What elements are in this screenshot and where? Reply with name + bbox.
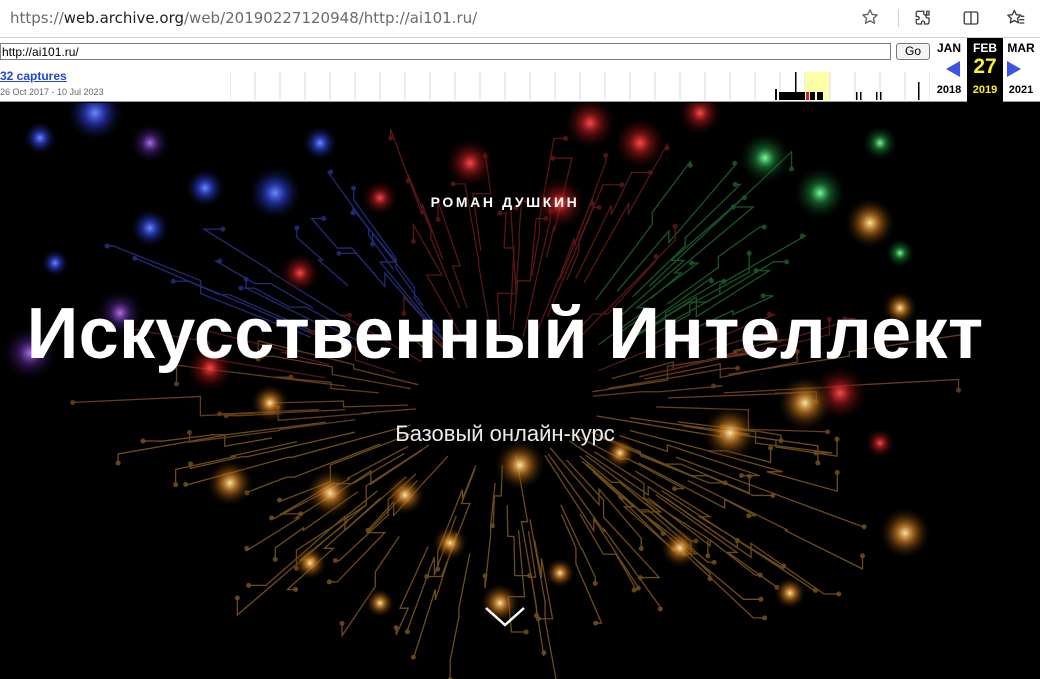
wayback-url-input[interactable] bbox=[0, 43, 891, 60]
hero-subtitle: Базовый онлайн-курс bbox=[395, 421, 615, 446]
favorites-icon[interactable] bbox=[1003, 5, 1029, 31]
chevron-down-icon[interactable] bbox=[484, 605, 526, 629]
author-name: РОМАН ДУШКИН bbox=[430, 194, 580, 210]
hero-section: РОМАН ДУШКИН Искусственный Интеллект Баз… bbox=[0, 103, 1040, 679]
prev-capture-arrow-icon[interactable] bbox=[945, 59, 961, 79]
url-scheme: https:// bbox=[10, 9, 64, 27]
toolbar-separator bbox=[898, 9, 899, 27]
address-bar[interactable]: https://web.archive.org/web/201902271209… bbox=[0, 2, 895, 34]
url-path: /web/20190227120948/http://ai101.ru/ bbox=[184, 9, 478, 27]
captures-link[interactable]: 32 captures bbox=[0, 69, 67, 83]
prev-capture-month[interactable]: JAN 2018 bbox=[931, 38, 967, 102]
url-host: web.archive.org bbox=[63, 9, 184, 27]
captures-sparkline[interactable] bbox=[230, 72, 930, 100]
captures-range: 26 Oct 2017 - 10 Jul 2023 bbox=[0, 87, 104, 97]
browser-toolbar: https://web.archive.org/web/201902271209… bbox=[0, 0, 1040, 38]
next-capture-month[interactable]: MAR 2021 bbox=[1003, 38, 1039, 102]
extensions-icon[interactable] bbox=[910, 5, 936, 31]
current-capture-month: FEB 27 2019 bbox=[967, 38, 1003, 102]
next-capture-arrow-icon[interactable] bbox=[1006, 59, 1022, 79]
next-month: MAR bbox=[1007, 41, 1035, 55]
current-day: 27 bbox=[973, 55, 997, 78]
hero-title: Искусственный Интеллект bbox=[26, 294, 984, 374]
wayback-go-button[interactable]: Go bbox=[896, 43, 930, 60]
prev-year: 2018 bbox=[936, 84, 962, 96]
prev-month: JAN bbox=[936, 41, 961, 55]
current-year: 2019 bbox=[972, 84, 998, 96]
next-year: 2021 bbox=[1008, 84, 1034, 96]
circuit-brain-background bbox=[0, 103, 1040, 679]
current-month: FEB bbox=[973, 41, 997, 55]
wayback-toolbar: Go 32 captures 26 Oct 2017 - 10 Jul 2023… bbox=[0, 38, 1040, 102]
split-view-icon[interactable] bbox=[958, 5, 984, 31]
star-icon[interactable] bbox=[858, 5, 882, 29]
